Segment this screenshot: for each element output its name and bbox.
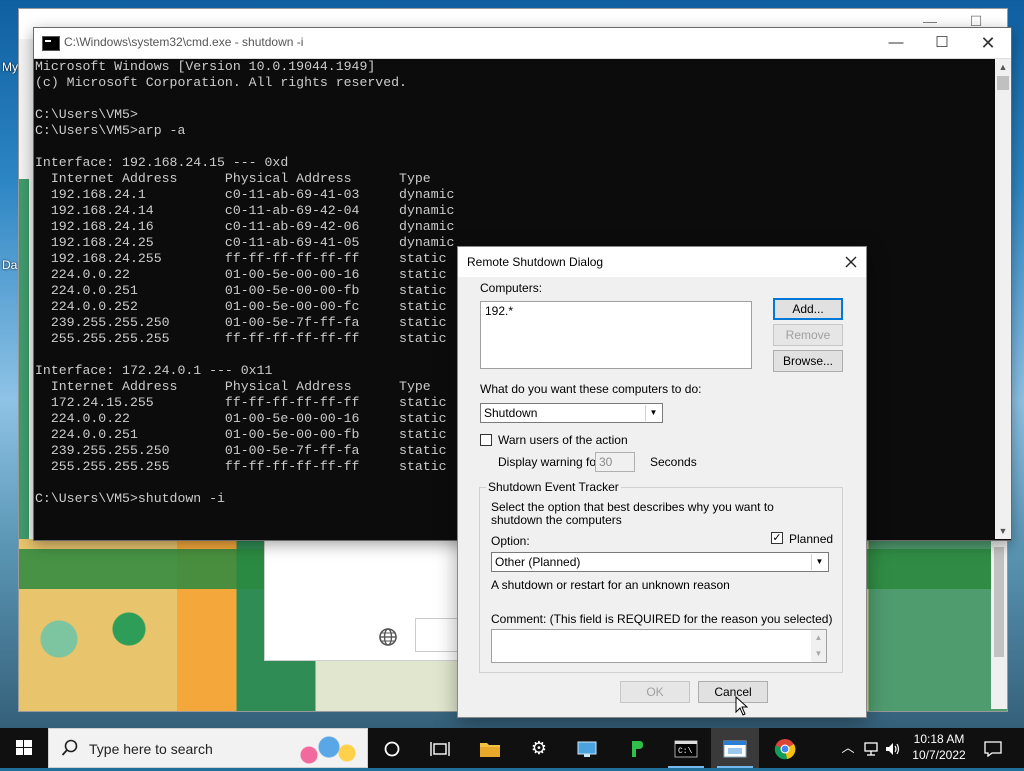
remote-desktop-icon[interactable] bbox=[563, 728, 611, 768]
close-button[interactable]: ✕ bbox=[965, 28, 1011, 58]
action-dropdown[interactable]: Shutdown ▼ bbox=[480, 403, 663, 423]
computers-list[interactable]: 192.* bbox=[480, 301, 752, 369]
taskbar: Type here to search ⚙ C:\ ︿ 10:18 AM 10/… bbox=[0, 728, 1024, 768]
chrome-icon[interactable] bbox=[761, 728, 809, 768]
computer-entry[interactable]: 192.* bbox=[485, 304, 747, 318]
chevron-down-icon[interactable]: ▼ bbox=[645, 405, 661, 421]
remote-shutdown-dialog: Remote Shutdown Dialog Computers: 192.* … bbox=[457, 246, 867, 718]
cortana-icon bbox=[384, 741, 400, 757]
action-question-label: What do you want these computers to do: bbox=[480, 382, 702, 396]
clock-time: 10:18 AM bbox=[913, 732, 965, 746]
background-decoration bbox=[19, 179, 29, 599]
comment-textarea[interactable]: ▲ ▼ bbox=[491, 629, 827, 663]
cmd-window-title: C:\Windows\system32\cmd.exe - shutdown -… bbox=[64, 35, 304, 49]
file-explorer-icon[interactable] bbox=[466, 728, 514, 768]
search-icon bbox=[61, 739, 78, 756]
scrollbar-thumb[interactable] bbox=[994, 547, 1004, 657]
dialog-titlebar[interactable]: Remote Shutdown Dialog bbox=[458, 247, 866, 277]
scroll-down-icon[interactable]: ▼ bbox=[811, 646, 826, 662]
task-view-button[interactable] bbox=[368, 728, 416, 768]
computers-label: Computers: bbox=[480, 281, 543, 295]
remove-button[interactable]: Remove bbox=[773, 324, 843, 346]
scrollbar-thumb[interactable] bbox=[997, 76, 1009, 90]
cmd-taskbar-icon[interactable]: C:\ bbox=[662, 728, 710, 768]
dialog-title: Remote Shutdown Dialog bbox=[467, 255, 604, 269]
start-button[interactable] bbox=[0, 728, 48, 768]
taskbar-search-box[interactable]: Type here to search bbox=[48, 728, 368, 768]
display-warning-label: Display warning for bbox=[498, 455, 601, 469]
cmd-icon bbox=[42, 36, 60, 51]
globe-icon[interactable] bbox=[378, 627, 398, 647]
svg-text:C:\: C:\ bbox=[678, 747, 693, 756]
desktop-icon-label[interactable]: My bbox=[2, 60, 18, 74]
comment-scrollbar[interactable]: ▲ ▼ bbox=[811, 630, 826, 662]
cancel-button[interactable]: Cancel bbox=[698, 681, 768, 703]
mouse-cursor-icon bbox=[735, 696, 749, 716]
cmd-scrollbar[interactable]: ▲ ▼ bbox=[995, 59, 1011, 539]
show-hidden-icons-chevron-up-icon[interactable]: ︿ bbox=[838, 728, 858, 768]
background-input[interactable] bbox=[415, 618, 463, 652]
comment-label: Comment: (This field is REQUIRED for the… bbox=[491, 612, 833, 626]
background-card bbox=[264, 539, 466, 661]
chevron-down-icon[interactable]: ▼ bbox=[811, 554, 827, 570]
seconds-label: Seconds bbox=[650, 455, 697, 469]
maximize-button[interactable]: ☐ bbox=[919, 28, 965, 58]
task-view-icon[interactable] bbox=[416, 728, 464, 768]
remote-shutdown-taskbar-icon[interactable] bbox=[711, 728, 759, 768]
planned-checkbox[interactable]: ✓ bbox=[771, 532, 783, 544]
windows-logo-icon bbox=[16, 740, 32, 755]
warn-users-label[interactable]: Warn users of the action bbox=[498, 433, 628, 447]
desktop-icon-label[interactable]: Da bbox=[2, 258, 17, 272]
warning-seconds-input[interactable]: 30 bbox=[595, 452, 635, 472]
add-button[interactable]: Add... bbox=[773, 298, 843, 320]
scroll-up-icon[interactable]: ▲ bbox=[811, 630, 826, 646]
clock-date: 10/7/2022 bbox=[912, 748, 966, 762]
close-button[interactable] bbox=[836, 247, 866, 277]
warn-users-checkbox[interactable] bbox=[480, 434, 492, 446]
notepad-plus-icon[interactable] bbox=[613, 728, 661, 768]
option-dropdown-value: Other (Planned) bbox=[495, 555, 581, 569]
system-clock[interactable]: 10:18 AM 10/7/2022 bbox=[904, 731, 974, 763]
settings-gear-icon[interactable]: ⚙ bbox=[515, 728, 563, 768]
tracker-description: Select the option that best describes wh… bbox=[491, 500, 774, 527]
search-highlight-illustration bbox=[289, 731, 367, 767]
option-dropdown[interactable]: Other (Planned) ▼ bbox=[491, 552, 829, 572]
scroll-down-icon[interactable]: ▼ bbox=[995, 523, 1011, 539]
volume-icon[interactable] bbox=[882, 728, 904, 768]
option-label: Option: bbox=[491, 534, 530, 548]
network-icon[interactable] bbox=[860, 728, 882, 768]
action-dropdown-value: Shutdown bbox=[484, 406, 538, 420]
browse-button[interactable]: Browse... bbox=[773, 350, 843, 372]
cmd-titlebar[interactable]: C:\Windows\system32\cmd.exe - shutdown -… bbox=[34, 28, 1011, 59]
shutdown-event-tracker-group: Shutdown Event Tracker Select the option… bbox=[479, 480, 843, 673]
search-placeholder: Type here to search bbox=[89, 741, 213, 757]
scroll-up-icon[interactable]: ▲ bbox=[995, 59, 1011, 75]
option-description: A shutdown or restart for an unknown rea… bbox=[491, 578, 730, 592]
group-title: Shutdown Event Tracker bbox=[486, 480, 621, 494]
close-icon bbox=[845, 256, 857, 268]
notifications-icon[interactable] bbox=[978, 728, 1008, 768]
minimize-button[interactable]: — bbox=[873, 28, 919, 58]
ok-button[interactable]: OK bbox=[620, 681, 690, 703]
planned-label[interactable]: Planned bbox=[789, 532, 833, 546]
